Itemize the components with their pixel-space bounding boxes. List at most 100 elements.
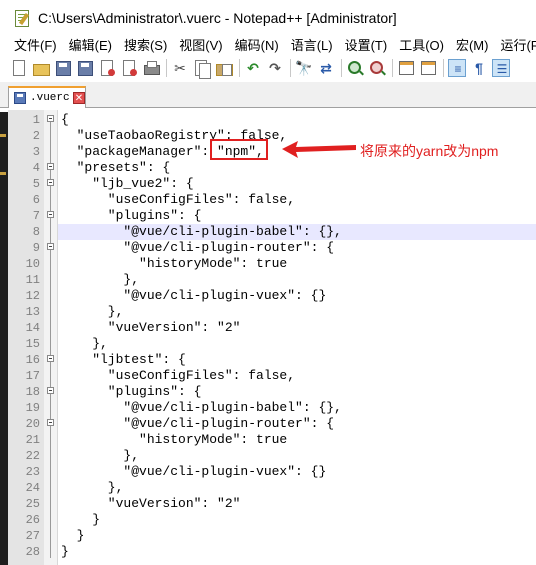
window-title: C:\Users\Administrator\.vuerc - Notepad+… <box>38 10 397 26</box>
line-number: 8 <box>32 225 40 239</box>
code-line[interactable]: 20 "@vue/cli-plugin-router": { <box>8 416 536 432</box>
menu-edit[interactable]: 编辑(E) <box>63 36 118 56</box>
editor-area[interactable]: 1{2 "useTaobaoRegistry": false, 3 "packag… <box>8 110 536 565</box>
tab-vuerc[interactable]: .vuerc ✕ <box>8 86 86 108</box>
code-line[interactable]: 19 "@vue/cli-plugin-babel": {}, <box>8 400 536 416</box>
fold-toggle-icon[interactable] <box>47 243 54 250</box>
new-file-icon[interactable] <box>10 59 28 77</box>
code-text: } <box>61 512 101 527</box>
save-icon[interactable] <box>54 59 72 77</box>
line-number: 12 <box>25 289 40 303</box>
background-mark <box>0 134 6 137</box>
close-all-icon[interactable] <box>120 59 138 77</box>
code-line[interactable]: 23 "@vue/cli-plugin-vuex": {} <box>8 464 536 480</box>
redo-icon[interactable]: ↷ <box>266 59 284 77</box>
code-text: "ljb_vue2": { <box>61 176 194 191</box>
code-line[interactable]: 15 }, <box>8 336 536 352</box>
code-line[interactable]: 18 "plugins": { <box>8 384 536 400</box>
code-line[interactable]: 26 } <box>8 512 536 528</box>
code-text: "plugins": { <box>61 208 202 223</box>
copy-icon[interactable] <box>193 59 211 79</box>
code-line[interactable]: 28} <box>8 544 536 560</box>
fold-toggle-icon[interactable] <box>47 163 54 170</box>
line-number: 3 <box>32 145 40 159</box>
code-line[interactable]: 4 "presets": { <box>8 160 536 176</box>
code-text: "@vue/cli-plugin-babel": {}, <box>58 224 536 240</box>
sync-horizontal-icon[interactable] <box>419 59 437 77</box>
title-bar[interactable]: C:\Users\Administrator\.vuerc - Notepad+… <box>0 0 536 36</box>
line-number: 27 <box>25 529 40 543</box>
code-line[interactable]: 13 }, <box>8 304 536 320</box>
code-line[interactable]: 14 "vueVersion": "2" <box>8 320 536 336</box>
fold-toggle-icon[interactable] <box>47 179 54 186</box>
line-number: 10 <box>25 257 40 271</box>
code-text: "@vue/cli-plugin-vuex": {} <box>61 288 327 303</box>
menu-macro[interactable]: 宏(M) <box>450 36 495 56</box>
code-line[interactable]: 9 "@vue/cli-plugin-router": { <box>8 240 536 256</box>
code-line[interactable]: 12 "@vue/cli-plugin-vuex": {} <box>8 288 536 304</box>
code-line[interactable]: 24 }, <box>8 480 536 496</box>
code-text: "ljbtest": { <box>61 352 186 367</box>
menu-run[interactable]: 运行(R) <box>494 36 536 56</box>
code-line[interactable]: 16 "ljbtest": { <box>8 352 536 368</box>
cut-icon[interactable]: ✂ <box>171 59 189 77</box>
code-text: "vueVersion": "2" <box>61 320 241 335</box>
line-number: 25 <box>25 497 40 511</box>
code-line[interactable]: 7 "plugins": { <box>8 208 536 224</box>
code-text: "historyMode": true <box>61 256 288 271</box>
menu-view[interactable]: 视图(V) <box>173 36 228 56</box>
zoom-out-icon[interactable] <box>368 59 386 77</box>
code-text: }, <box>61 272 140 287</box>
replace-icon[interactable]: ⇄ <box>317 59 335 77</box>
tab-close-icon[interactable]: ✕ <box>73 92 85 104</box>
fold-toggle-icon[interactable] <box>47 211 54 218</box>
menu-search[interactable]: 搜索(S) <box>118 36 173 56</box>
code-line[interactable]: 21 "historyMode": true <box>8 432 536 448</box>
code-line[interactable]: 22 }, <box>8 448 536 464</box>
print-icon[interactable] <box>142 59 160 77</box>
menu-encoding[interactable]: 编码(N) <box>229 36 285 56</box>
saved-file-icon <box>14 92 26 104</box>
fold-toggle-icon[interactable] <box>47 115 54 122</box>
sync-vertical-icon[interactable] <box>397 59 415 77</box>
line-number: 15 <box>25 337 40 351</box>
code-line[interactable]: 17 "useConfigFiles": false, <box>8 368 536 384</box>
fold-toggle-icon[interactable] <box>47 419 54 426</box>
code-line[interactable]: 8 "@vue/cli-plugin-babel": {}, <box>8 224 536 240</box>
find-icon[interactable]: 🔭 <box>295 59 313 77</box>
code-line[interactable]: 6 "useConfigFiles": false, <box>8 192 536 208</box>
line-number: 24 <box>25 481 40 495</box>
menu-language[interactable]: 语言(L) <box>285 36 339 56</box>
paste-icon[interactable] <box>215 59 233 77</box>
code-line[interactable]: 25 "vueVersion": "2" <box>8 496 536 512</box>
save-all-icon[interactable] <box>76 59 94 77</box>
indent-guide-icon[interactable]: ☰ <box>492 59 510 77</box>
code-text: { <box>61 112 69 127</box>
code-line[interactable]: 27 } <box>8 528 536 544</box>
code-text: "vueVersion": "2" <box>61 496 241 511</box>
code-line[interactable]: 11 }, <box>8 272 536 288</box>
show-all-chars-icon[interactable]: ¶ <box>470 59 488 77</box>
word-wrap-icon[interactable]: ≡ <box>448 59 466 77</box>
line-number: 19 <box>25 401 40 415</box>
fold-toggle-icon[interactable] <box>47 355 54 362</box>
notepadpp-app-icon <box>14 10 30 27</box>
code-text: "@vue/cli-plugin-router": { <box>61 416 335 431</box>
code-text: "useConfigFiles": false, <box>61 192 296 207</box>
code-line[interactable]: 10 "historyMode": true <box>8 256 536 272</box>
undo-icon[interactable]: ↶ <box>244 59 262 77</box>
menu-tools[interactable]: 工具(O) <box>393 36 450 56</box>
zoom-in-icon[interactable] <box>346 59 364 77</box>
line-number: 16 <box>25 353 40 367</box>
open-file-icon[interactable] <box>32 59 50 77</box>
code-line[interactable]: 5 "ljb_vue2": { <box>8 176 536 192</box>
code-line[interactable]: 1{ <box>8 112 536 128</box>
menu-settings[interactable]: 设置(T) <box>339 36 394 56</box>
close-icon[interactable] <box>98 59 116 77</box>
toolbar-separator <box>443 59 444 77</box>
code-text: "presets": { <box>61 160 171 175</box>
line-number: 14 <box>25 321 40 335</box>
fold-toggle-icon[interactable] <box>47 387 54 394</box>
menu-file[interactable]: 文件(F) <box>0 36 63 56</box>
code-text: } <box>61 544 69 559</box>
